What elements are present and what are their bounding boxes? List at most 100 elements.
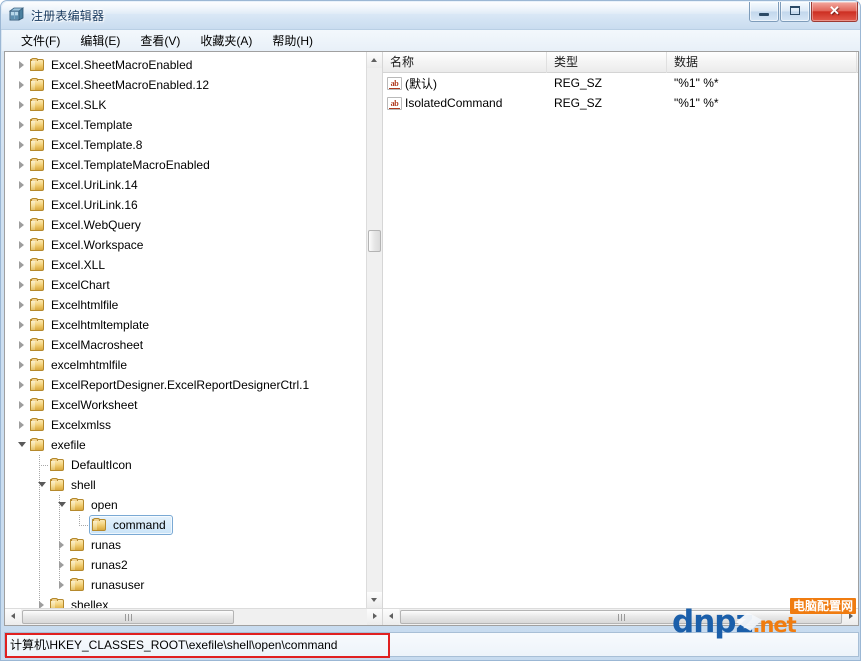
tree-scroll-area[interactable]: Excel.SheetMacroEnabled Excel.SheetMacroE… xyxy=(5,52,367,608)
tree-scroll-right-button[interactable] xyxy=(367,609,382,625)
tree-vertical-scrollbar[interactable] xyxy=(366,52,382,608)
value-column-header[interactable]: 名称 xyxy=(383,52,547,73)
grip-icon xyxy=(124,613,132,621)
expand-triangle-icon[interactable] xyxy=(15,395,29,415)
expand-triangle-icon[interactable] xyxy=(15,55,29,75)
expand-triangle-icon[interactable] xyxy=(15,115,29,135)
expand-triangle-icon[interactable] xyxy=(15,415,29,435)
tree-item[interactable]: Excel.TemplateMacroEnabled xyxy=(5,155,367,175)
expand-triangle-icon[interactable] xyxy=(55,535,69,555)
expand-triangle-icon[interactable] xyxy=(15,275,29,295)
tree-item[interactable]: excelmhtmlfile xyxy=(5,355,367,375)
expand-triangle-icon[interactable] xyxy=(15,355,29,375)
expand-triangle-icon[interactable] xyxy=(15,335,29,355)
collapse-triangle-icon[interactable] xyxy=(35,475,49,495)
tree-item[interactable]: command xyxy=(5,515,367,535)
list-horizontal-scrollbar[interactable] xyxy=(383,608,858,625)
tree-scroll-up-button[interactable] xyxy=(367,52,382,68)
expand-triangle-icon[interactable] xyxy=(15,255,29,275)
tree-item[interactable]: Excel.UriLink.14 xyxy=(5,175,367,195)
tree-item[interactable]: open xyxy=(5,495,367,515)
tree-item[interactable]: shellex xyxy=(5,595,367,608)
expand-triangle-icon[interactable] xyxy=(55,575,69,595)
expand-triangle-icon[interactable] xyxy=(15,175,29,195)
expand-triangle-icon[interactable] xyxy=(15,155,29,175)
maximize-button[interactable] xyxy=(780,2,810,22)
close-button[interactable]: ✕ xyxy=(811,2,858,22)
tree-item[interactable]: exefile xyxy=(5,435,367,455)
menu-favorites[interactable]: 收藏夹(A) xyxy=(191,30,261,52)
tree-item[interactable]: Excel.Template.8 xyxy=(5,135,367,155)
expand-triangle-icon[interactable] xyxy=(15,295,29,315)
folder-icon xyxy=(29,258,45,272)
tree-item[interactable]: Excel.XLL xyxy=(5,255,367,275)
tree-item[interactable]: ExcelWorksheet xyxy=(5,395,367,415)
expand-triangle-icon[interactable] xyxy=(15,95,29,115)
tree-hscroll-thumb[interactable] xyxy=(22,610,234,624)
tree-scroll-left-button[interactable] xyxy=(5,609,21,625)
tree-item-label: ExcelWorksheet xyxy=(51,398,138,412)
menu-edit[interactable]: 编辑(E) xyxy=(71,30,129,52)
menu-view[interactable]: 查看(V) xyxy=(131,30,189,52)
tree-item-label: runas xyxy=(91,538,122,552)
tree-item[interactable]: ExcelReportDesigner.ExcelReportDesignerC… xyxy=(5,375,367,395)
tree-item[interactable]: Excel.SheetMacroEnabled.12 xyxy=(5,75,367,95)
tree-item[interactable]: runasuser xyxy=(5,575,367,595)
folder-icon xyxy=(29,198,45,212)
expand-triangle-icon[interactable] xyxy=(15,375,29,395)
string-value-icon: ab xyxy=(387,96,402,110)
tree-item[interactable]: Excelxmlss xyxy=(5,415,367,435)
tree-item[interactable]: shell xyxy=(5,475,367,495)
value-list-body[interactable]: ab (默认) REG_SZ "%1" %* ab IsolatedCommand REG_… xyxy=(383,73,858,608)
tree-item[interactable]: runas xyxy=(5,535,367,555)
collapse-triangle-icon[interactable] xyxy=(55,495,69,515)
list-scroll-right-button[interactable] xyxy=(843,609,858,625)
tree-horizontal-scrollbar[interactable] xyxy=(5,608,382,625)
list-hscroll-thumb[interactable] xyxy=(400,610,842,624)
menu-file[interactable]: 文件(F) xyxy=(12,30,69,52)
value-row[interactable]: ab IsolatedCommand REG_SZ "%1" %* xyxy=(383,93,858,113)
tree-item[interactable]: Excel.UriLink.16 xyxy=(5,195,367,215)
tree-item[interactable]: ExcelMacrosheet xyxy=(5,335,367,355)
minimize-button[interactable] xyxy=(749,2,779,22)
tree-item[interactable]: Excelhtmltemplate xyxy=(5,315,367,335)
tree-item-label: Excel.UriLink.16 xyxy=(51,198,138,212)
expand-triangle-icon[interactable] xyxy=(35,595,49,608)
expand-triangle-icon[interactable] xyxy=(15,235,29,255)
expand-triangle-icon[interactable] xyxy=(55,555,69,575)
expand-triangle-icon[interactable] xyxy=(15,135,29,155)
tree-item[interactable]: DefaultIcon xyxy=(5,455,367,475)
tree-item[interactable]: Excel.Workspace xyxy=(5,235,367,255)
list-scroll-left-button[interactable] xyxy=(383,609,399,625)
tree-item-label: open xyxy=(91,498,118,512)
menu-help[interactable]: 帮助(H) xyxy=(263,30,322,52)
tree-item[interactable]: Excel.Template xyxy=(5,115,367,135)
tree-item[interactable]: runas2 xyxy=(5,555,367,575)
value-column-header[interactable]: 类型 xyxy=(547,52,667,73)
tree-item-label: ExcelChart xyxy=(51,278,110,292)
tree-item[interactable]: Excelhtmlfile xyxy=(5,295,367,315)
tree-item-label: Excelxmlss xyxy=(51,418,112,432)
tree-item[interactable]: Excel.WebQuery xyxy=(5,215,367,235)
value-column-header[interactable]: 数据 xyxy=(667,52,857,73)
value-row[interactable]: ab (默认) REG_SZ "%1" %* xyxy=(383,73,858,93)
titlebar[interactable]: 注册表编辑器 ✕ xyxy=(1,1,860,29)
registry-tree-pane: Excel.SheetMacroEnabled Excel.SheetMacroE… xyxy=(5,52,383,625)
tree-item[interactable]: Excel.SheetMacroEnabled xyxy=(5,55,367,75)
expand-triangle-icon[interactable] xyxy=(15,75,29,95)
expand-triangle-icon[interactable] xyxy=(15,215,29,235)
folder-icon xyxy=(69,558,85,572)
tree-scroll-thumb[interactable] xyxy=(368,230,381,252)
tree-item-label: runas2 xyxy=(91,558,128,572)
expand-triangle-icon[interactable] xyxy=(15,315,29,335)
tree-item-label: Excel.Template.8 xyxy=(51,138,143,152)
tree-scroll-down-button[interactable] xyxy=(367,592,382,608)
tree-item[interactable]: Excel.SLK xyxy=(5,95,367,115)
tree-item[interactable]: ExcelChart xyxy=(5,275,367,295)
collapse-triangle-icon[interactable] xyxy=(15,435,29,455)
